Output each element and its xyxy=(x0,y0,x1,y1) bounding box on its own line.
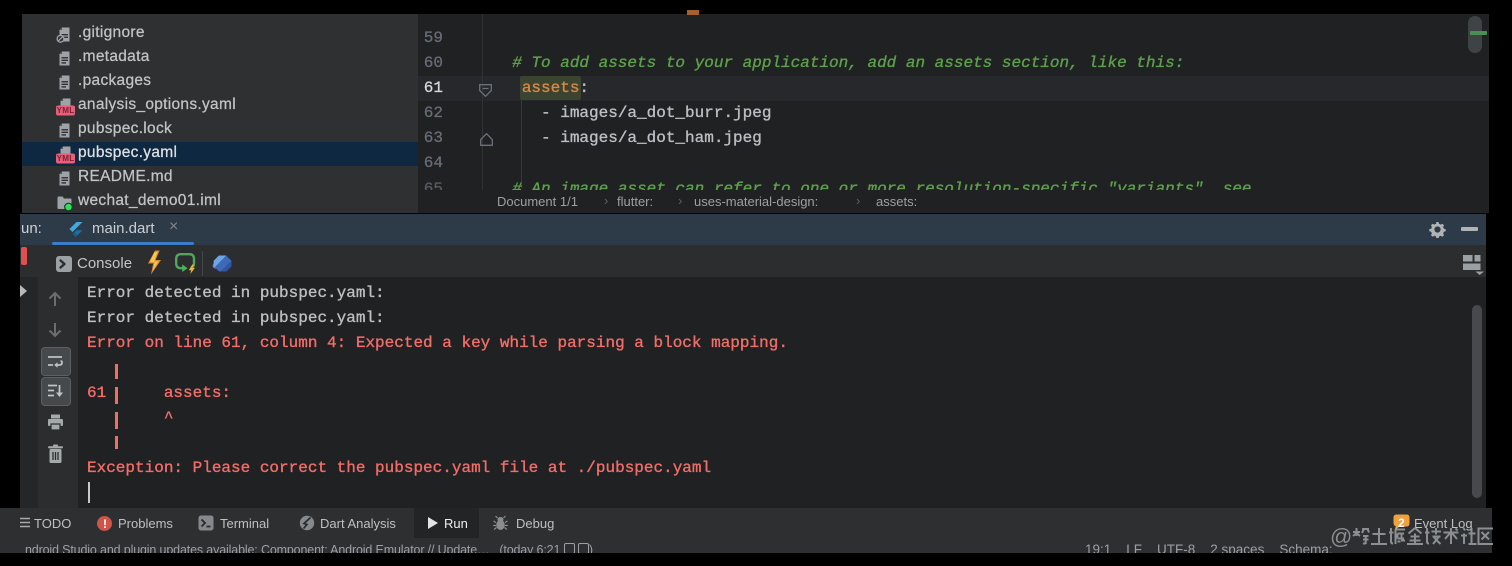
svg-text:@: @ xyxy=(1330,524,1352,549)
svg-text:YML: YML xyxy=(57,154,75,163)
svg-text:YML: YML xyxy=(57,106,75,115)
